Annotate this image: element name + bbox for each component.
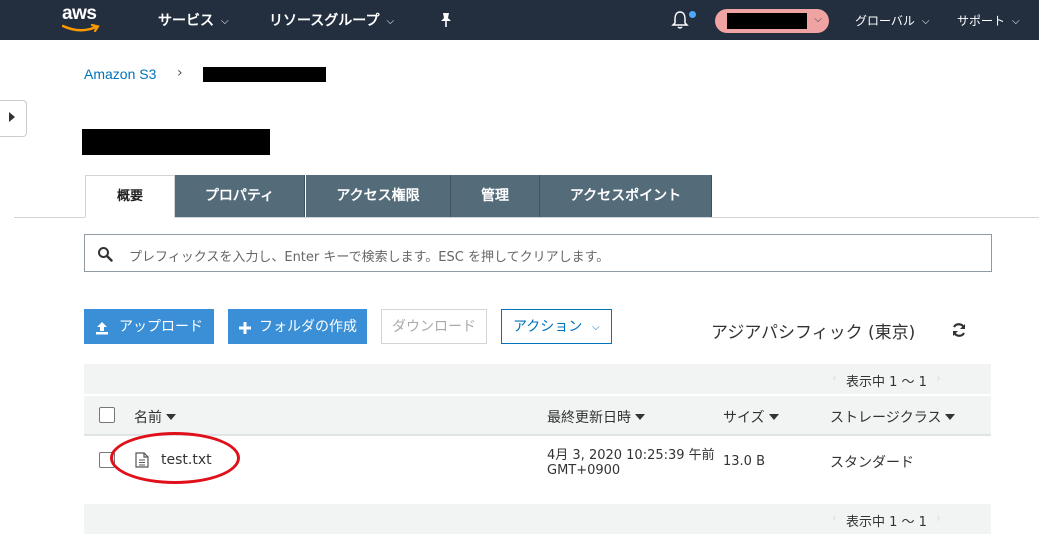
breadcrumb-separator: › bbox=[177, 65, 183, 81]
upload-label: アップロード bbox=[119, 319, 203, 335]
pin-icon[interactable] bbox=[438, 11, 454, 29]
chevron-down-icon: ⌵ bbox=[592, 322, 600, 333]
create-folder-label: フォルダの作成 bbox=[259, 319, 357, 335]
pager-prev-top[interactable]: ‹ bbox=[832, 371, 837, 385]
pager-text-top: 表示中 1 ～ 1 bbox=[846, 375, 927, 390]
tab-access-points[interactable]: アクセスポイント bbox=[540, 175, 712, 217]
redacted-page-title bbox=[82, 129, 270, 155]
global-label: グローバル bbox=[855, 14, 915, 28]
search-placeholder: プレフィックスを入力し、Enter キーで検索します。ESC を押してクリアしま… bbox=[129, 250, 610, 265]
redacted-account-name bbox=[727, 13, 807, 29]
chevron-down-icon: ⌵ bbox=[921, 16, 930, 27]
last-modified-date: 4月 3, 2020 10:25:39 午前 bbox=[547, 448, 715, 463]
sidebar-toggle[interactable] bbox=[0, 100, 27, 137]
aws-smile-icon bbox=[62, 24, 100, 33]
storage-class: スタンダード bbox=[830, 455, 914, 471]
sort-triangle-icon bbox=[945, 414, 956, 420]
plus-icon bbox=[239, 322, 251, 334]
services-label: サービス bbox=[158, 13, 214, 29]
upload-icon bbox=[96, 322, 108, 335]
tab-properties[interactable]: プロパティ bbox=[175, 175, 305, 217]
pager-prev-bottom[interactable]: ‹ bbox=[832, 511, 837, 525]
sort-triangle-icon bbox=[635, 414, 645, 420]
last-modified-timezone: GMT+0900 bbox=[547, 463, 621, 478]
tab-management[interactable]: 管理 bbox=[451, 175, 540, 217]
resource-groups-menu[interactable]: リソースグループ ⌵ bbox=[269, 10, 394, 30]
search-input[interactable]: プレフィックスを入力し、Enter キーで検索します。ESC を押してクリアしま… bbox=[84, 234, 992, 272]
redacted-bucket-breadcrumb bbox=[203, 67, 326, 82]
account-menu[interactable]: ⌵ bbox=[715, 9, 829, 33]
column-size-label: サイズ bbox=[723, 410, 765, 426]
pager-next-bottom[interactable]: › bbox=[936, 511, 941, 525]
pager-next-top[interactable]: › bbox=[936, 371, 941, 385]
aws-logo-text: aws bbox=[62, 3, 97, 24]
chevron-down-icon: ⌵ bbox=[814, 14, 822, 25]
column-last-modified-label: 最終更新日時 bbox=[547, 410, 631, 426]
column-header-name[interactable]: 名前 bbox=[134, 407, 176, 427]
region-label: アジアパシフィック (東京) bbox=[711, 323, 916, 343]
column-header-storage-class[interactable]: ストレージクラス bbox=[830, 407, 956, 427]
chevron-down-icon: ⌵ bbox=[221, 16, 229, 27]
tab-overview[interactable]: 概要 bbox=[85, 175, 175, 218]
top-navigation: aws サービス ⌵ リソースグループ ⌵ ⌵ グローバル ⌵ サポート ⌵ bbox=[0, 0, 1039, 40]
region-menu[interactable]: グローバル ⌵ bbox=[855, 12, 929, 29]
resource-groups-label: リソースグループ bbox=[269, 13, 380, 29]
caret-right-icon bbox=[9, 112, 15, 122]
aws-logo[interactable]: aws bbox=[62, 3, 108, 36]
create-folder-button[interactable]: フォルダの作成 bbox=[228, 309, 367, 344]
support-menu[interactable]: サポート ⌵ bbox=[957, 12, 1020, 29]
column-header-size[interactable]: サイズ bbox=[723, 407, 779, 427]
file-size: 13.0 B bbox=[723, 454, 765, 469]
breadcrumb-amazon-s3[interactable]: Amazon S3 bbox=[84, 66, 156, 82]
highlight-circle-annotation bbox=[110, 432, 240, 484]
bell-icon[interactable] bbox=[671, 10, 689, 30]
actions-dropdown[interactable]: アクション ⌵ bbox=[501, 309, 612, 344]
services-menu[interactable]: サービス ⌵ bbox=[158, 10, 229, 30]
search-icon bbox=[98, 247, 113, 262]
notification-dot bbox=[689, 11, 696, 18]
column-storage-class-label: ストレージクラス bbox=[830, 410, 942, 426]
tab-permissions[interactable]: アクセス権限 bbox=[306, 175, 451, 217]
select-all-checkbox[interactable] bbox=[99, 407, 115, 423]
chevron-down-icon: ⌵ bbox=[1012, 16, 1020, 27]
sort-triangle-icon bbox=[768, 414, 779, 420]
upload-button[interactable]: アップロード bbox=[84, 309, 214, 344]
column-header-last-modified[interactable]: 最終更新日時 bbox=[547, 407, 645, 427]
pager-text-bottom: 表示中 1 ～ 1 bbox=[846, 515, 927, 530]
support-label: サポート bbox=[957, 14, 1006, 28]
actions-label: アクション bbox=[513, 319, 583, 335]
download-button[interactable]: ダウンロード bbox=[381, 309, 487, 344]
refresh-icon[interactable] bbox=[951, 322, 967, 338]
column-name-label: 名前 bbox=[134, 410, 162, 426]
sort-triangle-icon bbox=[166, 414, 176, 420]
chevron-down-icon: ⌵ bbox=[386, 16, 395, 27]
